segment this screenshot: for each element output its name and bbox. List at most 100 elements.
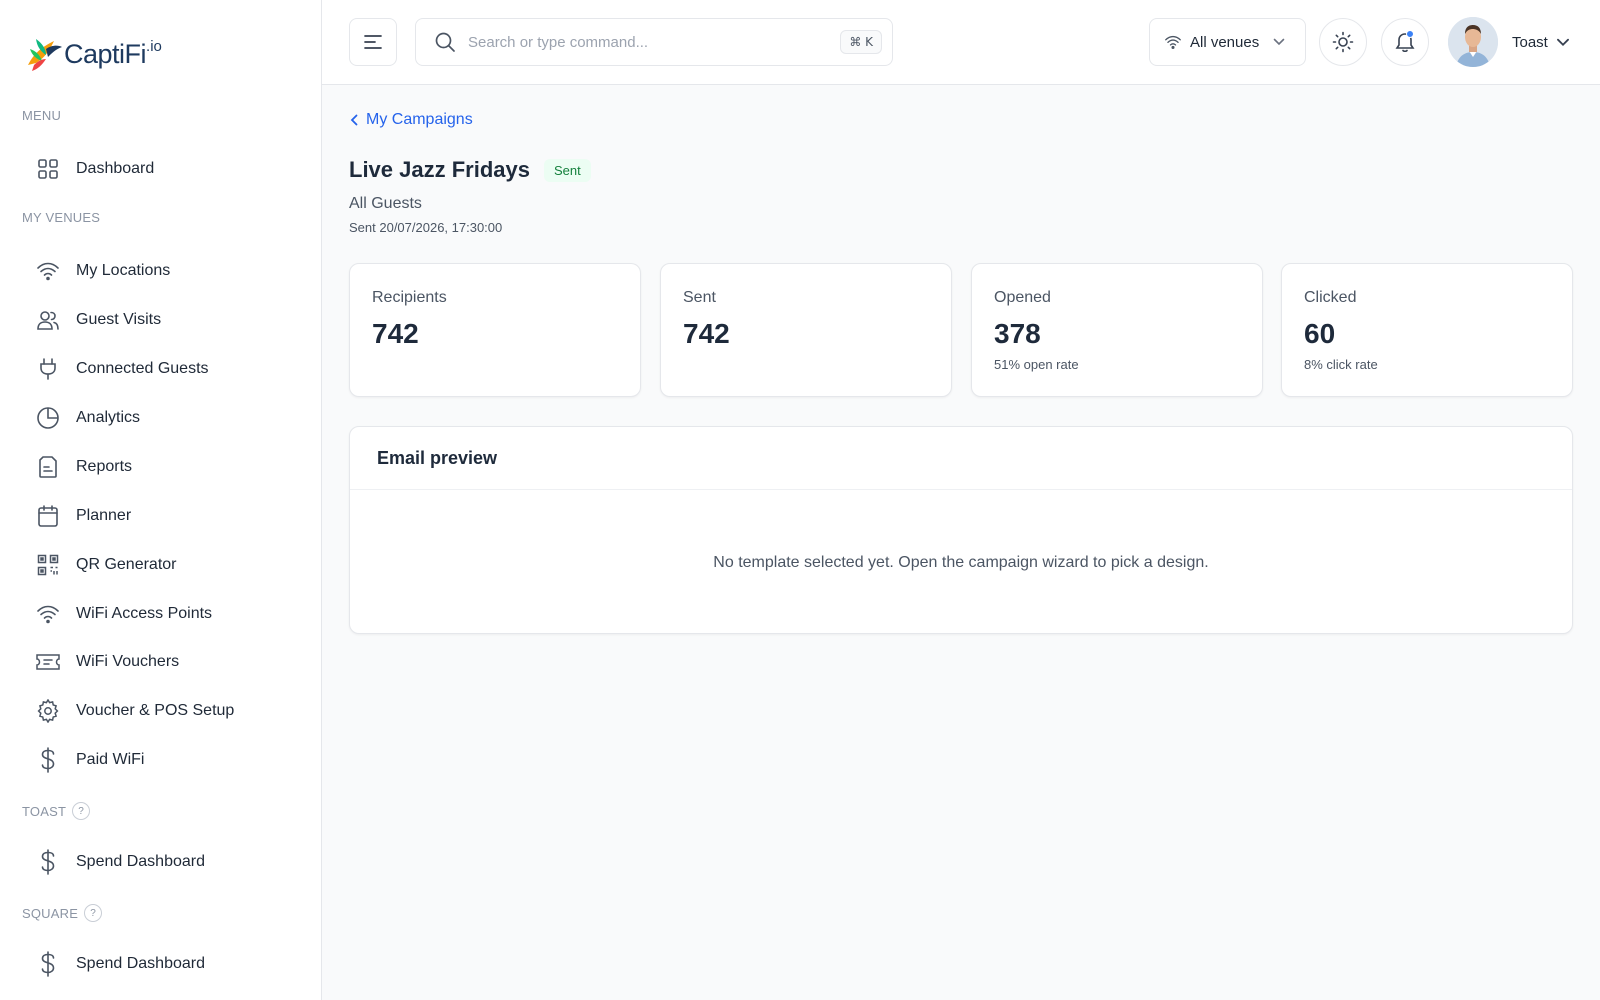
calendar-icon — [34, 502, 62, 530]
wifi-icon — [34, 257, 62, 285]
sidebar-item-analytics[interactable]: Analytics — [34, 398, 304, 438]
sidebar-item-label: Dashboard — [76, 160, 155, 177]
sidebar-item-label: Analytics — [76, 409, 141, 426]
stat-card-recipients: Recipients 742 — [349, 263, 641, 397]
stat-label: Clicked — [1304, 289, 1357, 306]
sidebar-item-label: Guest Visits — [76, 311, 162, 328]
email-preview-card: Email preview No template selected yet. … — [349, 426, 1573, 634]
sidebar-item-label: Planner — [76, 507, 132, 524]
menu-toggle-button[interactable] — [349, 18, 397, 66]
dollar-icon — [34, 950, 62, 978]
section-label-square: SQUARE ? — [22, 904, 103, 922]
sidebar-item-reports[interactable]: Reports — [34, 447, 304, 487]
stat-card-clicked: Clicked 60 8% click rate — [1281, 263, 1573, 397]
chevron-left-icon — [350, 114, 358, 126]
venues-select-value: All venues — [1190, 33, 1260, 51]
help-icon[interactable]: ? — [84, 904, 103, 922]
sent-timestamp: Sent 20/07/2026, 17:30:00 — [349, 220, 503, 235]
search-input[interactable] — [468, 33, 841, 51]
sidebar: CaptiFi .io MENU Dashboard MY VENUES My … — [0, 0, 322, 1000]
bird-logo-icon — [28, 39, 62, 71]
search-bar[interactable]: ⌘ K — [415, 18, 893, 66]
title-row: Live Jazz Fridays Sent — [349, 157, 591, 183]
sidebar-item-planner[interactable]: Planner — [34, 496, 304, 536]
page-title: Live Jazz Fridays — [349, 157, 530, 182]
back-link-label: My Campaigns — [366, 111, 473, 128]
sidebar-item-dashboard[interactable]: Dashboard — [34, 149, 304, 189]
plug-icon — [34, 355, 62, 383]
section-label-text: TOAST — [22, 803, 67, 819]
document-icon — [34, 453, 62, 481]
stat-label: Opened — [994, 289, 1051, 306]
user-menu[interactable]: Toast — [1448, 16, 1570, 68]
keyboard-shortcut-hint: ⌘ K — [840, 30, 882, 54]
avatar — [1448, 17, 1498, 67]
stat-card-opened: Opened 378 51% open rate — [971, 263, 1263, 397]
section-label-text: SQUARE — [22, 905, 79, 921]
brand-logo[interactable]: CaptiFi .io — [24, 32, 162, 76]
sidebar-item-label: QR Generator — [76, 556, 177, 573]
empty-state-message: No template selected yet. Open the campa… — [713, 553, 1209, 571]
stat-subtext: 8% click rate — [1304, 357, 1378, 372]
sidebar-item-label: Spend Dashboard — [76, 955, 205, 972]
stat-value: 60 — [1304, 318, 1336, 349]
stat-value: 742 — [372, 318, 419, 349]
chevron-down-icon — [1273, 38, 1285, 46]
stat-value: 378 — [994, 318, 1041, 349]
pie-chart-icon — [34, 404, 62, 432]
email-preview-body: No template selected yet. Open the campa… — [350, 490, 1572, 635]
sidebar-item-voucher-pos-setup[interactable]: Voucher & POS Setup — [34, 691, 304, 731]
sidebar-item-label: Spend Dashboard — [76, 853, 205, 870]
chevron-down-icon — [1556, 38, 1569, 46]
wifi-icon — [34, 600, 62, 628]
sidebar-item-guest-visits[interactable]: Guest Visits — [34, 300, 304, 340]
qr-code-icon — [34, 551, 62, 579]
stat-subtext: 51% open rate — [994, 357, 1079, 372]
dollar-icon — [34, 848, 62, 876]
brand-name: CaptiFi — [64, 38, 147, 69]
gear-icon — [34, 697, 62, 725]
venues-select[interactable]: All venues — [1149, 18, 1306, 66]
users-icon — [34, 306, 62, 334]
hamburger-icon — [364, 35, 382, 49]
sidebar-item-toast-spend-dashboard[interactable]: Spend Dashboard — [34, 842, 304, 882]
sidebar-item-label: WiFi Access Points — [76, 605, 213, 622]
email-preview-header: Email preview — [350, 427, 1572, 490]
sidebar-item-label: Reports — [76, 458, 133, 475]
sidebar-item-paid-wifi[interactable]: Paid WiFi — [34, 740, 304, 780]
grid-icon — [34, 155, 62, 183]
stat-label: Recipients — [372, 289, 447, 306]
sidebar-item-connected-guests[interactable]: Connected Guests — [34, 349, 304, 389]
stat-card-sent: Sent 742 — [660, 263, 952, 397]
sidebar-item-wifi-access-points[interactable]: WiFi Access Points — [34, 594, 304, 634]
back-link[interactable]: My Campaigns — [350, 111, 473, 129]
stat-value: 742 — [683, 318, 730, 349]
sidebar-item-qr-generator[interactable]: QR Generator — [34, 545, 304, 585]
section-label-my-venues: MY VENUES — [22, 210, 101, 225]
ticket-icon — [34, 648, 62, 676]
sidebar-item-label: Voucher & POS Setup — [76, 702, 235, 719]
section-label-toast: TOAST ? — [22, 802, 91, 820]
sidebar-item-label: WiFi Vouchers — [76, 653, 180, 670]
wifi-icon — [1165, 35, 1181, 49]
top-header: ⌘ K All venues Toast — [322, 0, 1600, 85]
email-preview-title: Email preview — [377, 447, 498, 468]
sidebar-item-wifi-vouchers[interactable]: WiFi Vouchers — [34, 642, 304, 682]
sidebar-item-square-spend-dashboard[interactable]: Spend Dashboard — [34, 944, 304, 984]
help-icon[interactable]: ? — [72, 802, 91, 820]
brand-suffix: .io — [146, 38, 162, 55]
search-icon — [435, 32, 455, 52]
stat-label: Sent — [683, 289, 716, 306]
status-badge: Sent — [543, 158, 591, 182]
sun-icon — [1332, 31, 1354, 53]
audience-label: All Guests — [349, 195, 422, 212]
sidebar-item-label: My Locations — [76, 262, 171, 279]
theme-toggle-button[interactable] — [1319, 18, 1367, 66]
notifications-button[interactable] — [1381, 18, 1429, 66]
sidebar-item-my-locations[interactable]: My Locations — [34, 251, 304, 291]
notification-dot — [1406, 30, 1414, 38]
dollar-icon — [34, 746, 62, 774]
sidebar-item-label: Connected Guests — [76, 360, 209, 377]
sidebar-item-label: Paid WiFi — [76, 751, 145, 768]
user-name: Toast — [1512, 33, 1548, 51]
